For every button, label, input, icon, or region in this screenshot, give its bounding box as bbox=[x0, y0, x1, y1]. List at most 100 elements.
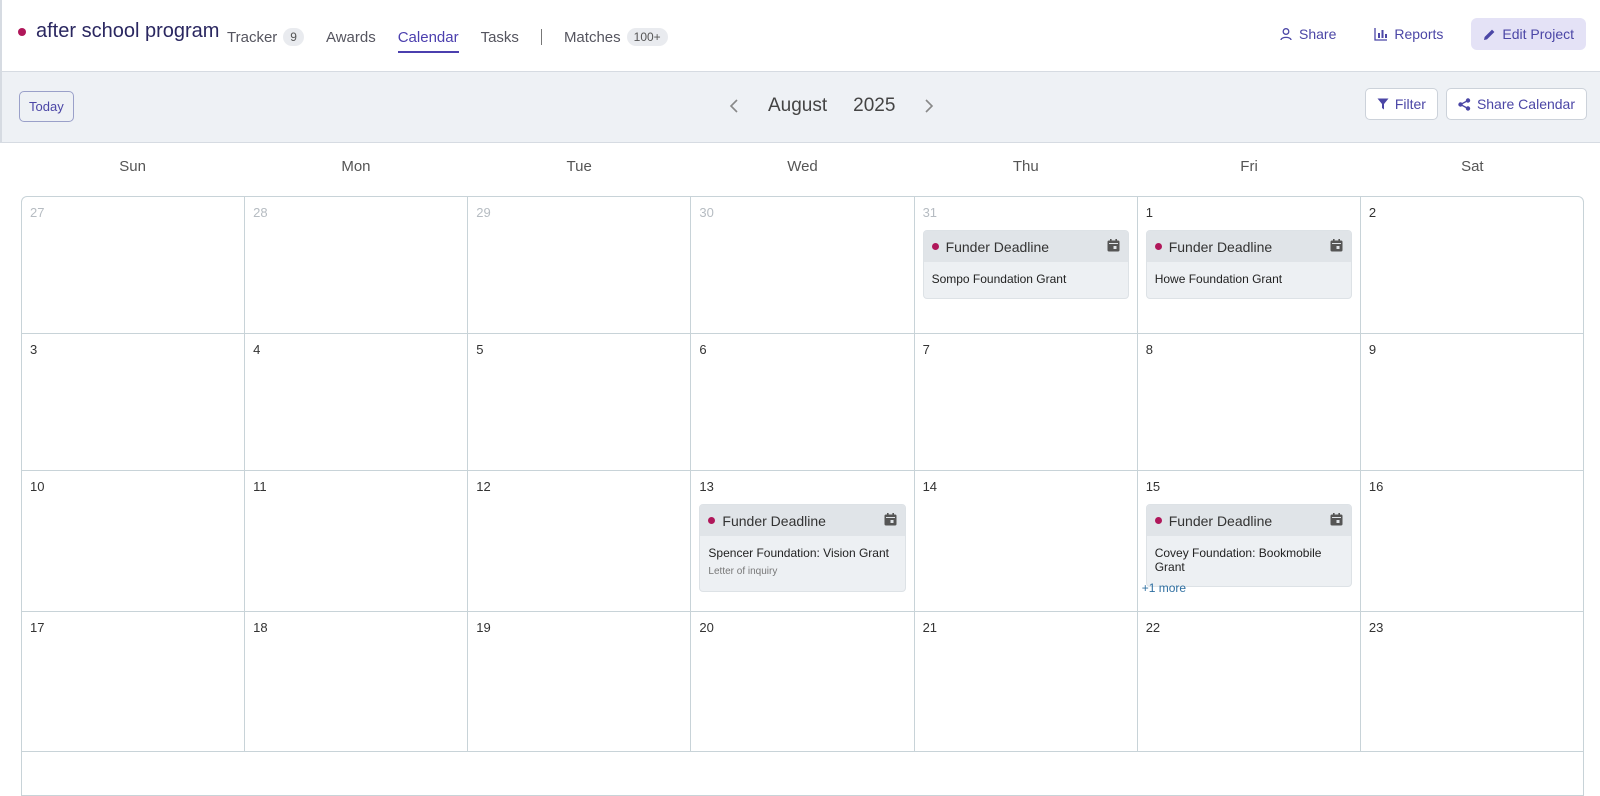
filter-icon bbox=[1377, 98, 1389, 110]
tab-awards[interactable]: Awards bbox=[326, 24, 376, 50]
tab-matches[interactable]: Matches 100+ bbox=[564, 24, 668, 50]
day-number: 5 bbox=[476, 342, 484, 357]
tab-calendar[interactable]: Calendar bbox=[397, 24, 459, 53]
calendar-day-cell[interactable]: 14 bbox=[915, 471, 1138, 611]
calendar-week-row: 10 11 12 13 Funder Deadline Spencer Foundatio… bbox=[22, 471, 1583, 612]
calendar-icon-wrap bbox=[884, 512, 897, 529]
calendar-day-cell[interactable]: 30 bbox=[691, 197, 915, 333]
event-color-dot bbox=[1154, 517, 1162, 524]
event-header: Funder Deadline bbox=[1146, 505, 1351, 536]
filter-label: Filter bbox=[1394, 96, 1426, 112]
calendar-event[interactable]: Funder Deadline Spencer Foundation: Visio… bbox=[699, 504, 906, 592]
day-number: 1 bbox=[1145, 205, 1153, 220]
calendar-day-cell[interactable]: 15 Funder Deadline Covey Foundation: Bookm… bbox=[1138, 471, 1361, 611]
day-number: 29 bbox=[476, 205, 491, 220]
calendar-day-cell[interactable]: 16 bbox=[1361, 471, 1583, 611]
calendar-day-cell[interactable]: 6 bbox=[691, 334, 915, 470]
year-label: 2025 bbox=[853, 95, 896, 116]
calendar-day-cell[interactable]: 8 bbox=[1138, 334, 1361, 470]
share-calendar-button[interactable]: Share Calendar bbox=[1445, 88, 1587, 120]
calendar-icon bbox=[1107, 238, 1120, 251]
calendar-day-cell[interactable]: 1 Funder Deadline Howe Foundation Grant bbox=[1138, 197, 1361, 333]
prev-month-button[interactable] bbox=[722, 94, 746, 118]
day-number: 2 bbox=[1368, 205, 1377, 220]
project-name: after school program bbox=[36, 20, 220, 42]
day-number: 31 bbox=[922, 205, 938, 220]
day-number: 15 bbox=[1145, 479, 1161, 494]
calendar-day-cell[interactable]: 11 bbox=[245, 471, 469, 611]
user-icon bbox=[1280, 28, 1292, 41]
day-number: 22 bbox=[1145, 620, 1161, 635]
tab-divider bbox=[540, 29, 542, 45]
calendar-icon bbox=[1330, 238, 1343, 251]
day-number: 17 bbox=[30, 620, 45, 635]
more-events-link[interactable]: +1 more bbox=[1142, 581, 1186, 595]
day-number: 7 bbox=[922, 342, 930, 357]
calendar-event[interactable]: Funder Deadline Covey Foundation: Bookmob… bbox=[1145, 504, 1352, 587]
chevron-left-icon bbox=[729, 99, 738, 113]
day-number: 16 bbox=[1368, 479, 1384, 494]
weekday-label: Sun bbox=[119, 158, 146, 175]
calendar-event[interactable]: Funder Deadline Howe Foundation Grant bbox=[1145, 230, 1352, 299]
calendar-event[interactable]: Funder Deadline Sompo Foundation Grant bbox=[922, 230, 1129, 299]
day-number: 28 bbox=[253, 205, 268, 220]
calendar-week-row: 3 4 5 6 7 8 9 bbox=[22, 334, 1583, 471]
share-label: Share bbox=[1299, 26, 1337, 42]
day-number: 20 bbox=[699, 620, 714, 635]
day-number: 9 bbox=[1368, 342, 1377, 357]
edit-project-button[interactable]: Edit Project bbox=[1471, 18, 1586, 50]
day-number: 21 bbox=[922, 620, 938, 635]
tab-tasks[interactable]: Tasks bbox=[481, 24, 519, 50]
filter-button[interactable]: Filter bbox=[1364, 88, 1438, 120]
today-button[interactable]: Today bbox=[19, 91, 74, 122]
calendar-day-cell[interactable]: 22 bbox=[1138, 612, 1361, 751]
event-color-dot bbox=[1154, 243, 1162, 250]
calendar-day-cell[interactable]: 4 bbox=[245, 334, 469, 470]
event-type: Funder Deadline bbox=[1168, 512, 1273, 529]
share-calendar-label: Share Calendar bbox=[1476, 96, 1575, 112]
calendar-day-cell[interactable]: 12 bbox=[468, 471, 692, 611]
weekday-header: Sun Mon Tue Wed Thu Fri Sat bbox=[21, 158, 1584, 175]
day-number: 8 bbox=[1145, 342, 1153, 357]
weekday-label: Wed bbox=[787, 158, 818, 175]
project-header: after school program bbox=[18, 20, 219, 43]
calendar-day-cell[interactable]: 19 bbox=[468, 612, 692, 751]
weekday-label: Tue bbox=[566, 158, 592, 175]
project-color-dot bbox=[18, 27, 26, 36]
calendar-day-cell[interactable]: 2 bbox=[1361, 197, 1583, 333]
tab-tasks-label: Tasks bbox=[480, 28, 519, 46]
day-number: 4 bbox=[253, 342, 261, 357]
calendar-day-cell[interactable]: 17 bbox=[22, 612, 246, 751]
event-subtitle: Letter of inquiry bbox=[708, 566, 778, 577]
next-month-button[interactable] bbox=[917, 94, 941, 118]
month-label: August bbox=[768, 95, 828, 116]
calendar-day-cell[interactable]: 9 bbox=[1361, 334, 1583, 470]
calendar-day-cell[interactable]: 28 bbox=[245, 197, 469, 333]
calendar-day-cell[interactable]: 31 Funder Deadline Sompo Foundation Grant bbox=[915, 197, 1138, 333]
day-number: 3 bbox=[30, 342, 38, 357]
day-number: 23 bbox=[1368, 620, 1384, 635]
calendar-day-cell[interactable]: 7 bbox=[915, 334, 1138, 470]
header-actions: Share Reports Edit Project bbox=[1241, 18, 1586, 50]
calendar-day-cell[interactable]: 23 bbox=[1361, 612, 1583, 751]
event-title: Spencer Foundation: Vision Grant bbox=[708, 546, 889, 560]
calendar-day-cell[interactable]: 18 bbox=[245, 612, 469, 751]
top-bar: after school program Tracker 9 Awards Ca… bbox=[0, 0, 1600, 72]
calendar-day-cell[interactable]: 3 bbox=[22, 334, 246, 470]
calendar-day-cell[interactable]: 21 bbox=[915, 612, 1138, 751]
weekday-label: Mon bbox=[341, 158, 371, 175]
calendar-day-cell[interactable]: 20 bbox=[691, 612, 915, 751]
tab-awards-label: Awards bbox=[325, 28, 376, 46]
tab-tracker[interactable]: Tracker 9 bbox=[227, 24, 304, 50]
calendar-day-cell[interactable]: 5 bbox=[468, 334, 692, 470]
calendar-toolbar: Today August 2025 Filter Share Calendar bbox=[0, 72, 1600, 143]
calendar-day-cell[interactable]: 10 bbox=[22, 471, 246, 611]
reports-button[interactable]: Reports bbox=[1374, 26, 1443, 42]
edit-project-label: Edit Project bbox=[1502, 26, 1574, 42]
share-button[interactable]: Share bbox=[1279, 26, 1336, 42]
day-number: 19 bbox=[476, 620, 491, 635]
calendar-day-cell[interactable]: 27 bbox=[22, 197, 246, 333]
calendar-day-cell[interactable]: 29 bbox=[468, 197, 692, 333]
event-header: Funder Deadline bbox=[1146, 231, 1351, 262]
calendar-day-cell[interactable]: 13 Funder Deadline Spencer Foundation: Vis… bbox=[691, 471, 915, 611]
